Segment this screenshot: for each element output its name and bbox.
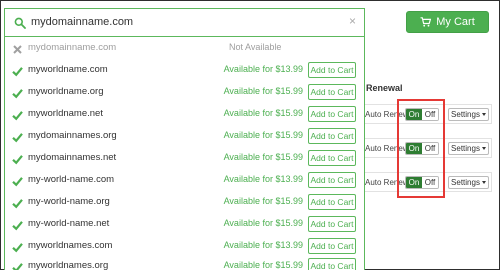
settings-label: Settings [451, 144, 480, 153]
settings-label: Settings [451, 178, 480, 187]
availability-status: Not Available [229, 42, 282, 52]
price-label: Available for $15.99 [223, 130, 303, 140]
list-item: myworldnames.org Available for $15.99 Ad… [5, 255, 364, 270]
search-value: mydomainname.com [31, 16, 134, 28]
settings-label: Settings [451, 110, 480, 119]
domain-name: myworldname.net [28, 108, 103, 119]
domain-name: myworldname.com [28, 64, 108, 75]
add-to-cart-button[interactable]: Add to Cart [308, 258, 356, 270]
price-label: Available for $13.99 [223, 64, 303, 74]
settings-dropdown[interactable]: Settings [448, 176, 489, 189]
price-label: Available for $13.99 [223, 174, 303, 184]
my-cart-label: My Cart [436, 16, 475, 28]
check-icon [12, 152, 23, 165]
add-to-cart-button[interactable]: Add to Cart [308, 106, 356, 122]
cart-icon [420, 17, 432, 27]
add-to-cart-button[interactable]: Add to Cart [308, 62, 356, 78]
add-to-cart-button[interactable]: Add to Cart [308, 216, 356, 232]
settings-dropdown[interactable]: Settings [448, 108, 489, 121]
list-item: myworldname.org Available for $15.99 Add… [5, 81, 364, 103]
domain-name: myworldnames.com [28, 240, 113, 251]
check-icon [12, 260, 23, 270]
x-icon [12, 42, 23, 54]
check-icon [12, 196, 23, 209]
check-icon [12, 130, 23, 143]
domain-name: my-world-name.com [28, 174, 115, 185]
settings-dropdown[interactable]: Settings [448, 142, 489, 155]
domain-name: my-world-name.org [28, 196, 110, 207]
add-to-cart-button[interactable]: Add to Cart [308, 238, 356, 254]
price-label: Available for $15.99 [223, 260, 303, 270]
list-item: myworldname.net Available for $15.99 Add… [5, 103, 364, 125]
check-icon [12, 174, 23, 187]
domain-name: mydomainnames.net [28, 152, 117, 163]
list-item: mydomainnames.org Available for $15.99 A… [5, 125, 364, 147]
close-icon[interactable]: × [349, 15, 356, 27]
check-icon [12, 64, 23, 77]
price-label: Available for $13.99 [223, 240, 303, 250]
check-icon [12, 218, 23, 231]
list-item: my-world-name.org Available for $15.99 A… [5, 191, 364, 213]
price-label: Available for $15.99 [223, 152, 303, 162]
check-icon [12, 240, 23, 253]
list-item: my-world-name.net Available for $15.99 A… [5, 213, 364, 235]
domain-name: my-world-name.net [28, 218, 110, 229]
add-to-cart-button[interactable]: Add to Cart [308, 128, 356, 144]
search-input[interactable]: mydomainname.com × [5, 9, 364, 37]
domain-search-dropdown: mydomainname.com × mydomainname.com Not … [4, 8, 365, 270]
add-to-cart-button[interactable]: Add to Cart [308, 172, 356, 188]
price-label: Available for $15.99 [223, 108, 303, 118]
add-to-cart-button[interactable]: Add to Cart [308, 84, 356, 100]
add-to-cart-button[interactable]: Add to Cart [308, 150, 356, 166]
check-icon [12, 86, 23, 99]
domain-name: myworldname.org [28, 86, 104, 97]
caret-down-icon [481, 147, 486, 150]
list-item: mydomainname.com Not Available [5, 37, 364, 59]
domain-name: mydomainnames.org [28, 130, 117, 141]
my-cart-button[interactable]: My Cart [406, 11, 489, 33]
search-icon [14, 16, 26, 34]
renewal-heading: Renewal [366, 83, 403, 93]
price-label: Available for $15.99 [223, 196, 303, 206]
list-item: mydomainnames.net Available for $15.99 A… [5, 147, 364, 169]
add-to-cart-button[interactable]: Add to Cart [308, 194, 356, 210]
list-item: my-world-name.com Available for $13.99 A… [5, 169, 364, 191]
highlight-box [397, 99, 445, 198]
domain-name: myworldnames.org [28, 260, 109, 270]
price-label: Available for $15.99 [223, 86, 303, 96]
caret-down-icon [481, 181, 486, 184]
caret-down-icon [481, 113, 486, 116]
price-label: Available for $15.99 [223, 218, 303, 228]
check-icon [12, 108, 23, 121]
domain-name: mydomainname.com [28, 42, 117, 53]
list-item: myworldname.com Available for $13.99 Add… [5, 59, 364, 81]
list-item: myworldnames.com Available for $13.99 Ad… [5, 235, 364, 257]
